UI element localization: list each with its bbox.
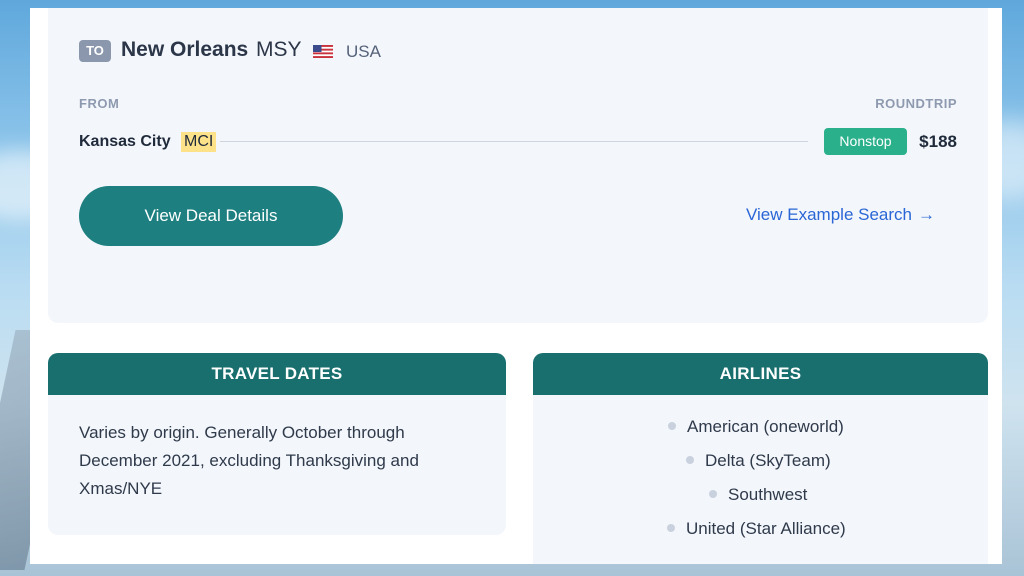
list-item: Southwest — [709, 485, 807, 505]
airline-name: Southwest — [728, 485, 808, 504]
bullet-icon — [709, 489, 717, 498]
route-divider — [220, 141, 808, 142]
email-content: TO New Orleans MSY USA FROM ROUNDTRIP Ka… — [30, 8, 1002, 564]
roundtrip-label: ROUNDTRIP — [875, 96, 957, 111]
view-example-search-link[interactable]: View Example Search → — [746, 205, 935, 225]
arrow-right-icon: → — [918, 205, 935, 224]
view-deal-details-button[interactable]: View Deal Details — [79, 186, 343, 246]
airlines-panel: AIRLINES American (oneworld) Delta (SkyT… — [533, 353, 988, 564]
bullet-icon — [668, 421, 676, 430]
destination-city: New Orleans — [121, 38, 249, 61]
list-item: Delta (SkyTeam) — [686, 451, 831, 471]
airlines-header: AIRLINES — [533, 353, 988, 395]
origin-city: Kansas City — [79, 133, 171, 150]
view-example-search-label: View Example Search — [746, 205, 912, 224]
price: $188 — [919, 132, 957, 151]
travel-dates-text: Varies by origin. Generally October thro… — [79, 423, 419, 498]
to-badge: TO — [79, 40, 111, 62]
travel-dates-panel: TRAVEL DATES Varies by origin. Generally… — [48, 353, 506, 535]
origin-code: MCI — [181, 132, 217, 152]
airline-name: Delta (SkyTeam) — [705, 451, 831, 470]
bullet-icon — [667, 523, 675, 532]
from-label: FROM — [79, 96, 120, 111]
airline-name: United (Star Alliance) — [686, 519, 846, 538]
bullet-icon — [686, 455, 694, 464]
deal-card: TO New Orleans MSY USA FROM ROUNDTRIP Ka… — [48, 8, 988, 323]
list-item: American (oneworld) — [668, 417, 844, 437]
destination-code: MSY — [256, 38, 302, 61]
destination-country: USA — [346, 42, 381, 61]
nonstop-badge: Nonstop — [824, 128, 907, 155]
us-flag-icon — [313, 45, 333, 58]
list-item: United (Star Alliance) — [667, 519, 846, 539]
airline-name: American (oneworld) — [687, 417, 844, 436]
travel-dates-header: TRAVEL DATES — [48, 353, 506, 395]
